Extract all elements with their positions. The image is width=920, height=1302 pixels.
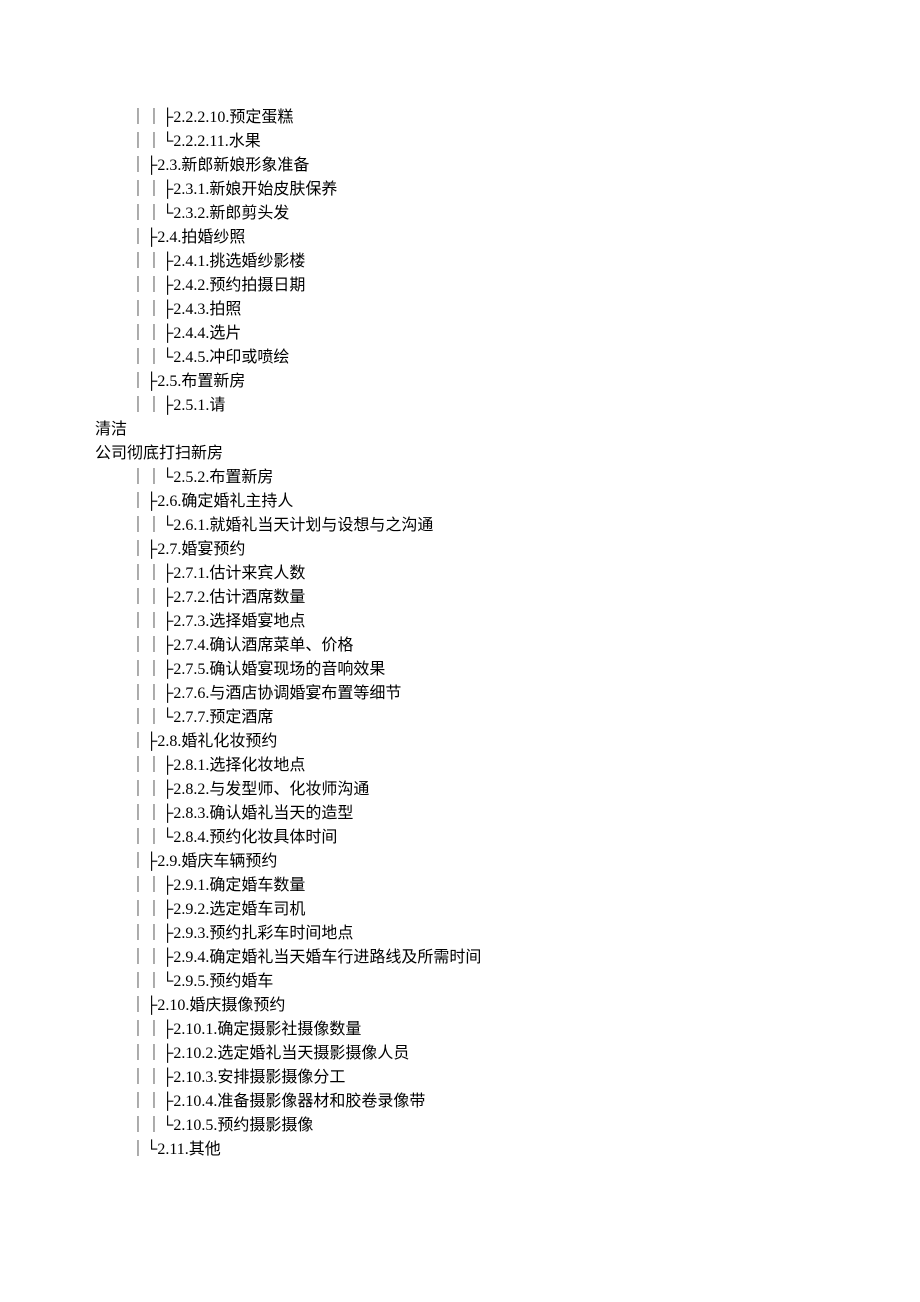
outline-line: ｜｜└2.6.1.就婚礼当天计划与设想与之沟通 xyxy=(130,514,880,538)
outline-line: ｜｜├2.5.1.请 xyxy=(130,394,880,418)
outline-line: ｜├2.4.拍婚纱照 xyxy=(130,226,880,250)
outline-line: ｜｜├2.10.1.确定摄影社摄像数量 xyxy=(130,1018,880,1042)
outline-line: ｜｜├2.9.1.确定婚车数量 xyxy=(130,874,880,898)
document-body: ｜｜├2.2.2.10.预定蛋糕 ｜｜└2.2.2.11.水果 ｜├2.3.新郎… xyxy=(0,0,920,1162)
outline-line: ｜｜├2.7.3.选择婚宴地点 xyxy=(130,610,880,634)
outline-line: ｜｜└2.8.4.预约化妆具体时间 xyxy=(130,826,880,850)
outline-line: ｜├2.8.婚礼化妆预约 xyxy=(130,730,880,754)
outline-line: ｜└2.11.其他 xyxy=(130,1138,880,1162)
outline-line: ｜｜├2.4.2.预约拍摄日期 xyxy=(130,274,880,298)
outline-line: ｜｜├2.7.1.估计来宾人数 xyxy=(130,562,880,586)
outline-line: ｜｜├2.9.4.确定婚礼当天婚车行进路线及所需时间 xyxy=(130,946,880,970)
outline-line: ｜｜├2.10.2.选定婚礼当天摄影摄像人员 xyxy=(130,1042,880,1066)
outline-line: ｜｜└2.3.2.新郎剪头发 xyxy=(130,202,880,226)
outline-line: ｜｜├2.9.2.选定婚车司机 xyxy=(130,898,880,922)
outline-line: ｜｜└2.7.7.预定酒席 xyxy=(130,706,880,730)
outline-line: ｜├2.3.新郎新娘形象准备 xyxy=(130,154,880,178)
outline-line: ｜｜├2.2.2.10.预定蛋糕 xyxy=(130,106,880,130)
outline-line: ｜├2.6.确定婚礼主持人 xyxy=(130,490,880,514)
outline-line: ｜├2.9.婚庆车辆预约 xyxy=(130,850,880,874)
outline-line: ｜｜├2.7.5.确认婚宴现场的音响效果 xyxy=(130,658,880,682)
outline-line: ｜｜├2.4.3.拍照 xyxy=(130,298,880,322)
outline-line: ｜｜├2.4.4.选片 xyxy=(130,322,880,346)
outline-line: ｜｜├2.7.4.确认酒席菜单、价格 xyxy=(130,634,880,658)
outline-line: ｜｜├2.9.3.预约扎彩车时间地点 xyxy=(130,922,880,946)
outline-line: ｜｜├2.7.2.估计酒席数量 xyxy=(130,586,880,610)
outline-line: ｜｜└2.2.2.11.水果 xyxy=(130,130,880,154)
outline-line: ｜├2.10.婚庆摄像预约 xyxy=(130,994,880,1018)
outline-line: ｜｜└2.10.5.预约摄影摄像 xyxy=(130,1114,880,1138)
outline-line: ｜｜├2.4.1.挑选婚纱影楼 xyxy=(130,250,880,274)
outline-line: ｜├2.5.布置新房 xyxy=(130,370,880,394)
outline-line: ｜｜├2.8.1.选择化妆地点 xyxy=(130,754,880,778)
outline-line: ｜├2.7.婚宴预约 xyxy=(130,538,880,562)
outline-line: 清洁 xyxy=(95,418,880,442)
outline-line: ｜｜└2.5.2.布置新房 xyxy=(130,466,880,490)
outline-line: ｜｜├2.8.3.确认婚礼当天的造型 xyxy=(130,802,880,826)
outline-line: ｜｜├2.3.1.新娘开始皮肤保养 xyxy=(130,178,880,202)
outline-line: ｜｜└2.9.5.预约婚车 xyxy=(130,970,880,994)
outline-line: ｜｜├2.10.4.准备摄影像器材和胶卷录像带 xyxy=(130,1090,880,1114)
outline-line: ｜｜├2.8.2.与发型师、化妆师沟通 xyxy=(130,778,880,802)
outline-line: ｜｜└2.4.5.冲印或喷绘 xyxy=(130,346,880,370)
outline-line: ｜｜├2.10.3.安排摄影摄像分工 xyxy=(130,1066,880,1090)
outline-line: 公司彻底打扫新房 xyxy=(95,442,880,466)
outline-line: ｜｜├2.7.6.与酒店协调婚宴布置等细节 xyxy=(130,682,880,706)
